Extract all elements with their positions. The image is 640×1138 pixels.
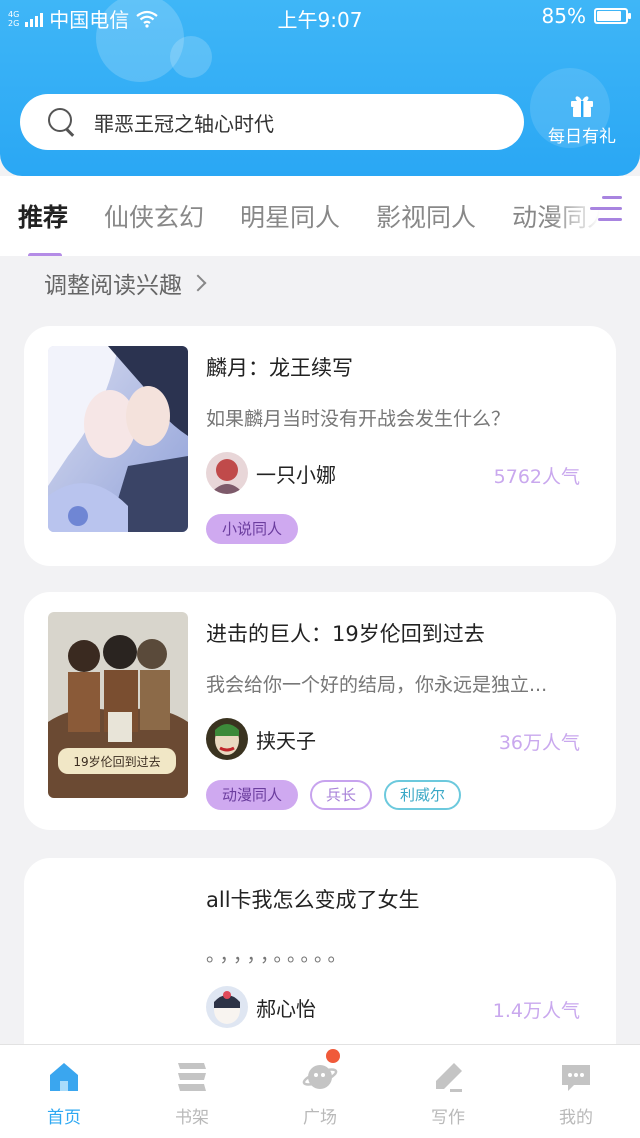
nav-label: 首页	[47, 1108, 81, 1128]
story-title: 进击的巨人：19岁伦回到过去	[206, 622, 485, 646]
daily-gift-label: 每日有礼	[548, 127, 616, 147]
home-icon	[50, 1063, 78, 1091]
story-author: 郝心怡	[206, 986, 316, 1028]
category-tabs: 推荐 仙侠玄幻 明星同人 影视同人 动漫同人	[0, 176, 640, 256]
story-title: all卡我怎么变成了女生	[206, 888, 420, 912]
chat-bubble-icon	[562, 1065, 590, 1091]
nav-label: 写作	[431, 1108, 465, 1128]
story-author: 挟天子	[206, 718, 316, 760]
header: 4G 2G 中国电信 上午9:07 85% 罪恶王冠之轴心时代 每日有礼	[0, 0, 640, 176]
story-card[interactable]: 麟月：龙王续写 如果麟月当时没有开战会发生什么？ 一只小娜 5762人气 小说同…	[24, 326, 616, 566]
avatar	[206, 986, 248, 1028]
chevron-right-icon	[189, 274, 207, 292]
story-tag[interactable]: 动漫同人	[206, 780, 299, 810]
nav-label: 我的	[559, 1108, 593, 1128]
category-menu-icon[interactable]	[590, 196, 624, 226]
popularity-count: 5762人气	[493, 466, 580, 488]
search-query: 罪恶王冠之轴心时代	[94, 111, 274, 136]
nav-profile[interactable]: 我的	[512, 1045, 640, 1138]
adjust-interest-link[interactable]: 调整阅读兴趣	[44, 266, 207, 300]
battery-percent: 85%	[541, 4, 586, 28]
story-title: 麟月：龙王续写	[206, 356, 353, 380]
author-name: 郝心怡	[256, 996, 316, 1021]
nav-write[interactable]: 写作	[384, 1045, 512, 1138]
tab-celebrity-fanfic[interactable]: 明星同人	[240, 198, 340, 234]
search-bar[interactable]: 罪恶王冠之轴心时代	[20, 94, 524, 150]
bookshelf-icon	[178, 1063, 206, 1091]
author-name: 一只小娜	[256, 462, 336, 487]
story-description: 。，，，，。。。。。	[206, 944, 351, 966]
notification-badge	[326, 1049, 340, 1063]
nav-bookshelf[interactable]: 书架	[128, 1045, 256, 1138]
story-description: 如果麟月当时没有开战会发生什么？	[206, 408, 511, 430]
status-bar: 4G 2G 中国电信 上午9:07 85%	[0, 0, 640, 34]
daily-gift-button[interactable]: 每日有礼	[542, 92, 622, 147]
story-cover	[48, 346, 188, 532]
battery-icon	[594, 8, 631, 24]
nav-label: 书架	[175, 1108, 209, 1128]
story-author: 一只小娜	[206, 452, 336, 494]
nav-square[interactable]: 广场	[256, 1045, 384, 1138]
story-tag[interactable]: 利威尔	[384, 780, 462, 810]
popularity-count: 36万人气	[498, 732, 580, 754]
story-tags: 动漫同人 兵长 利威尔	[206, 780, 462, 810]
cover-caption: 19岁伦回到过去	[73, 754, 160, 769]
popularity-count: 1.4万人气	[492, 1000, 580, 1022]
avatar	[206, 452, 248, 494]
adjust-interest-label: 调整阅读兴趣	[44, 273, 182, 299]
tab-film-tv-fanfic[interactable]: 影视同人	[376, 198, 476, 234]
story-tag[interactable]: 小说同人	[206, 514, 299, 544]
story-cover: 19岁伦回到过去	[48, 612, 188, 798]
story-card[interactable]: 19岁伦回到过去 进击的巨人：19岁伦回到过去 我会给你一个好的结局，你永远是独…	[24, 592, 616, 830]
bottom-nav: 首页 书架 广场 写作 我的	[0, 1044, 640, 1138]
story-description: 我会给你一个好的结局，你永远是独立...	[206, 674, 548, 696]
tab-recommended[interactable]: 推荐	[18, 198, 68, 256]
author-name: 挟天子	[256, 728, 316, 753]
planet-icon	[302, 1065, 338, 1089]
gift-icon	[571, 96, 593, 117]
pen-icon	[436, 1063, 462, 1092]
story-tag[interactable]: 兵长	[310, 780, 373, 810]
tab-xianxia[interactable]: 仙侠玄幻	[104, 198, 204, 234]
story-tags: 小说同人	[206, 514, 299, 544]
search-icon	[48, 108, 76, 136]
avatar	[206, 718, 248, 760]
nav-label: 广场	[303, 1108, 337, 1128]
nav-home[interactable]: 首页	[0, 1045, 128, 1138]
